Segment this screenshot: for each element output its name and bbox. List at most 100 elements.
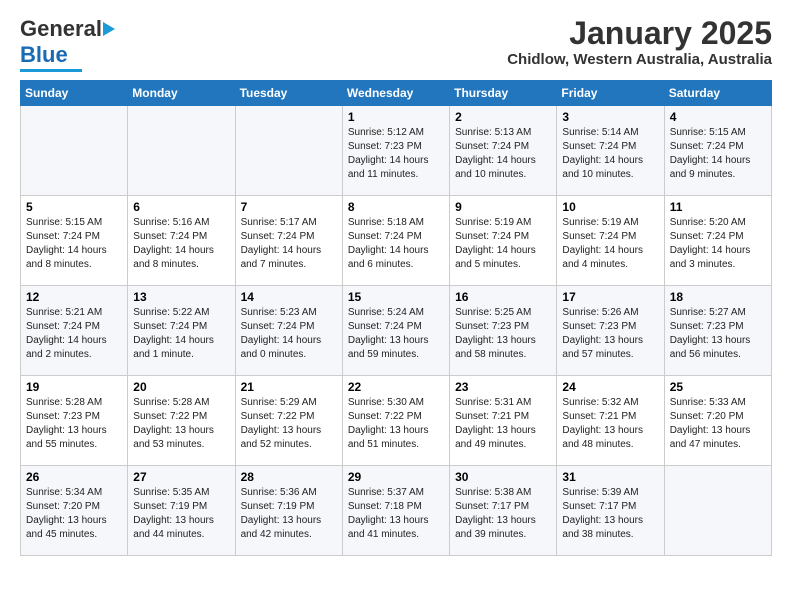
day-detail: Sunrise: 5:16 AMSunset: 7:24 PMDaylight:… <box>133 216 229 272</box>
logo-general: General <box>20 16 102 42</box>
day-number: 1 <box>348 110 444 124</box>
weekday-header-row: SundayMondayTuesdayWednesdayThursdayFrid… <box>21 81 772 106</box>
day-detail: Sunrise: 5:23 AMSunset: 7:24 PMDaylight:… <box>241 306 337 362</box>
day-detail: Sunrise: 5:35 AMSunset: 7:19 PMDaylight:… <box>133 486 229 542</box>
day-detail: Sunrise: 5:24 AMSunset: 7:24 PMDaylight:… <box>348 306 444 362</box>
calendar-cell: 30 Sunrise: 5:38 AMSunset: 7:17 PMDayligh… <box>450 466 557 556</box>
day-detail: Sunrise: 5:33 AMSunset: 7:20 PMDaylight:… <box>670 396 766 452</box>
weekday-header-wednesday: Wednesday <box>342 81 449 106</box>
day-number: 22 <box>348 380 444 394</box>
day-detail: Sunrise: 5:31 AMSunset: 7:21 PMDaylight:… <box>455 396 551 452</box>
day-detail: Sunrise: 5:20 AMSunset: 7:24 PMDaylight:… <box>670 216 766 272</box>
week-row-3: 12 Sunrise: 5:21 AMSunset: 7:24 PMDayligh… <box>21 286 772 376</box>
day-detail: Sunrise: 5:36 AMSunset: 7:19 PMDaylight:… <box>241 486 337 542</box>
calendar-cell: 29 Sunrise: 5:37 AMSunset: 7:18 PMDayligh… <box>342 466 449 556</box>
calendar-cell: 2Sunrise: 5:13 AMSunset: 7:24 PMDaylight… <box>450 106 557 196</box>
calendar-cell <box>21 106 128 196</box>
week-row-4: 19Sunrise: 5:28 AMSunset: 7:23 PMDayligh… <box>21 376 772 466</box>
day-number: 20 <box>133 380 229 394</box>
calendar-cell <box>128 106 235 196</box>
calendar-cell: 27 Sunrise: 5:35 AMSunset: 7:19 PMDayligh… <box>128 466 235 556</box>
day-number: 4 <box>670 110 766 124</box>
calendar-cell: 8 Sunrise: 5:18 AMSunset: 7:24 PMDaylight… <box>342 196 449 286</box>
day-number: 11 <box>670 200 766 214</box>
day-detail: Sunrise: 5:26 AMSunset: 7:23 PMDaylight:… <box>562 306 658 362</box>
location-title: Chidlow, Western Australia, Australia <box>507 51 772 68</box>
calendar-table: SundayMondayTuesdayWednesdayThursdayFrid… <box>20 80 772 556</box>
calendar-cell: 9 Sunrise: 5:19 AMSunset: 7:24 PMDaylight… <box>450 196 557 286</box>
day-detail: Sunrise: 5:15 AMSunset: 7:24 PMDaylight:… <box>670 126 766 182</box>
calendar-cell: 14Sunrise: 5:23 AMSunset: 7:24 PMDayligh… <box>235 286 342 376</box>
day-number: 9 <box>455 200 551 214</box>
calendar-cell: 23 Sunrise: 5:31 AMSunset: 7:21 PMDayligh… <box>450 376 557 466</box>
calendar-cell: 18 Sunrise: 5:27 AMSunset: 7:23 PMDayligh… <box>664 286 771 376</box>
calendar-cell: 16 Sunrise: 5:25 AMSunset: 7:23 PMDayligh… <box>450 286 557 376</box>
day-number: 18 <box>670 290 766 304</box>
day-number: 8 <box>348 200 444 214</box>
calendar-cell: 10Sunrise: 5:19 AMSunset: 7:24 PMDayligh… <box>557 196 664 286</box>
calendar-cell: 7Sunrise: 5:17 AMSunset: 7:24 PMDaylight… <box>235 196 342 286</box>
calendar-cell: 21Sunrise: 5:29 AMSunset: 7:22 PMDayligh… <box>235 376 342 466</box>
day-detail: Sunrise: 5:38 AMSunset: 7:17 PMDaylight:… <box>455 486 551 542</box>
day-detail: Sunrise: 5:27 AMSunset: 7:23 PMDaylight:… <box>670 306 766 362</box>
day-number: 26 <box>26 470 122 484</box>
calendar-cell: 31Sunrise: 5:39 AMSunset: 7:17 PMDayligh… <box>557 466 664 556</box>
month-title: January 2025 <box>507 16 772 51</box>
day-number: 31 <box>562 470 658 484</box>
day-number: 23 <box>455 380 551 394</box>
day-number: 29 <box>348 470 444 484</box>
day-detail: Sunrise: 5:21 AMSunset: 7:24 PMDaylight:… <box>26 306 122 362</box>
calendar-cell: 15 Sunrise: 5:24 AMSunset: 7:24 PMDayligh… <box>342 286 449 376</box>
logo-blue: Blue <box>20 42 68 68</box>
week-row-1: 1 Sunrise: 5:12 AMSunset: 7:23 PMDaylight… <box>21 106 772 196</box>
logo-underline <box>20 69 82 72</box>
weekday-header-friday: Friday <box>557 81 664 106</box>
day-number: 15 <box>348 290 444 304</box>
calendar-cell: 25 Sunrise: 5:33 AMSunset: 7:20 PMDayligh… <box>664 376 771 466</box>
logo-arrow-icon <box>103 22 115 36</box>
weekday-header-sunday: Sunday <box>21 81 128 106</box>
day-detail: Sunrise: 5:37 AMSunset: 7:18 PMDaylight:… <box>348 486 444 542</box>
day-number: 27 <box>133 470 229 484</box>
day-detail: Sunrise: 5:13 AMSunset: 7:24 PMDaylight:… <box>455 126 551 182</box>
day-number: 24 <box>562 380 658 394</box>
title-block: January 2025 Chidlow, Western Australia,… <box>507 16 772 68</box>
day-number: 30 <box>455 470 551 484</box>
weekday-header-monday: Monday <box>128 81 235 106</box>
calendar-cell: 5Sunrise: 5:15 AMSunset: 7:24 PMDaylight… <box>21 196 128 286</box>
calendar-cell: 28Sunrise: 5:36 AMSunset: 7:19 PMDayligh… <box>235 466 342 556</box>
calendar-cell: 12 Sunrise: 5:21 AMSunset: 7:24 PMDayligh… <box>21 286 128 376</box>
weekday-header-tuesday: Tuesday <box>235 81 342 106</box>
calendar-cell: 24 Sunrise: 5:32 AMSunset: 7:21 PMDayligh… <box>557 376 664 466</box>
day-number: 16 <box>455 290 551 304</box>
weekday-header-saturday: Saturday <box>664 81 771 106</box>
week-row-5: 26 Sunrise: 5:34 AMSunset: 7:20 PMDayligh… <box>21 466 772 556</box>
day-detail: Sunrise: 5:25 AMSunset: 7:23 PMDaylight:… <box>455 306 551 362</box>
day-number: 19 <box>26 380 122 394</box>
calendar-cell <box>664 466 771 556</box>
day-number: 6 <box>133 200 229 214</box>
calendar-cell <box>235 106 342 196</box>
day-detail: Sunrise: 5:32 AMSunset: 7:21 PMDaylight:… <box>562 396 658 452</box>
weekday-header-thursday: Thursday <box>450 81 557 106</box>
page-header: General Blue January 2025 Chidlow, Weste… <box>20 16 772 72</box>
day-number: 12 <box>26 290 122 304</box>
day-detail: Sunrise: 5:18 AMSunset: 7:24 PMDaylight:… <box>348 216 444 272</box>
day-detail: Sunrise: 5:22 AMSunset: 7:24 PMDaylight:… <box>133 306 229 362</box>
day-detail: Sunrise: 5:17 AMSunset: 7:24 PMDaylight:… <box>241 216 337 272</box>
day-detail: Sunrise: 5:19 AMSunset: 7:24 PMDaylight:… <box>562 216 658 272</box>
day-detail: Sunrise: 5:34 AMSunset: 7:20 PMDaylight:… <box>26 486 122 542</box>
day-detail: Sunrise: 5:14 AMSunset: 7:24 PMDaylight:… <box>562 126 658 182</box>
calendar-cell: 11 Sunrise: 5:20 AMSunset: 7:24 PMDayligh… <box>664 196 771 286</box>
day-detail: Sunrise: 5:29 AMSunset: 7:22 PMDaylight:… <box>241 396 337 452</box>
calendar-cell: 4 Sunrise: 5:15 AMSunset: 7:24 PMDaylight… <box>664 106 771 196</box>
day-number: 25 <box>670 380 766 394</box>
day-detail: Sunrise: 5:30 AMSunset: 7:22 PMDaylight:… <box>348 396 444 452</box>
day-detail: Sunrise: 5:19 AMSunset: 7:24 PMDaylight:… <box>455 216 551 272</box>
calendar-cell: 17Sunrise: 5:26 AMSunset: 7:23 PMDayligh… <box>557 286 664 376</box>
day-number: 5 <box>26 200 122 214</box>
day-detail: Sunrise: 5:12 AMSunset: 7:23 PMDaylight:… <box>348 126 444 182</box>
day-number: 13 <box>133 290 229 304</box>
day-detail: Sunrise: 5:28 AMSunset: 7:22 PMDaylight:… <box>133 396 229 452</box>
calendar-cell: 13 Sunrise: 5:22 AMSunset: 7:24 PMDayligh… <box>128 286 235 376</box>
